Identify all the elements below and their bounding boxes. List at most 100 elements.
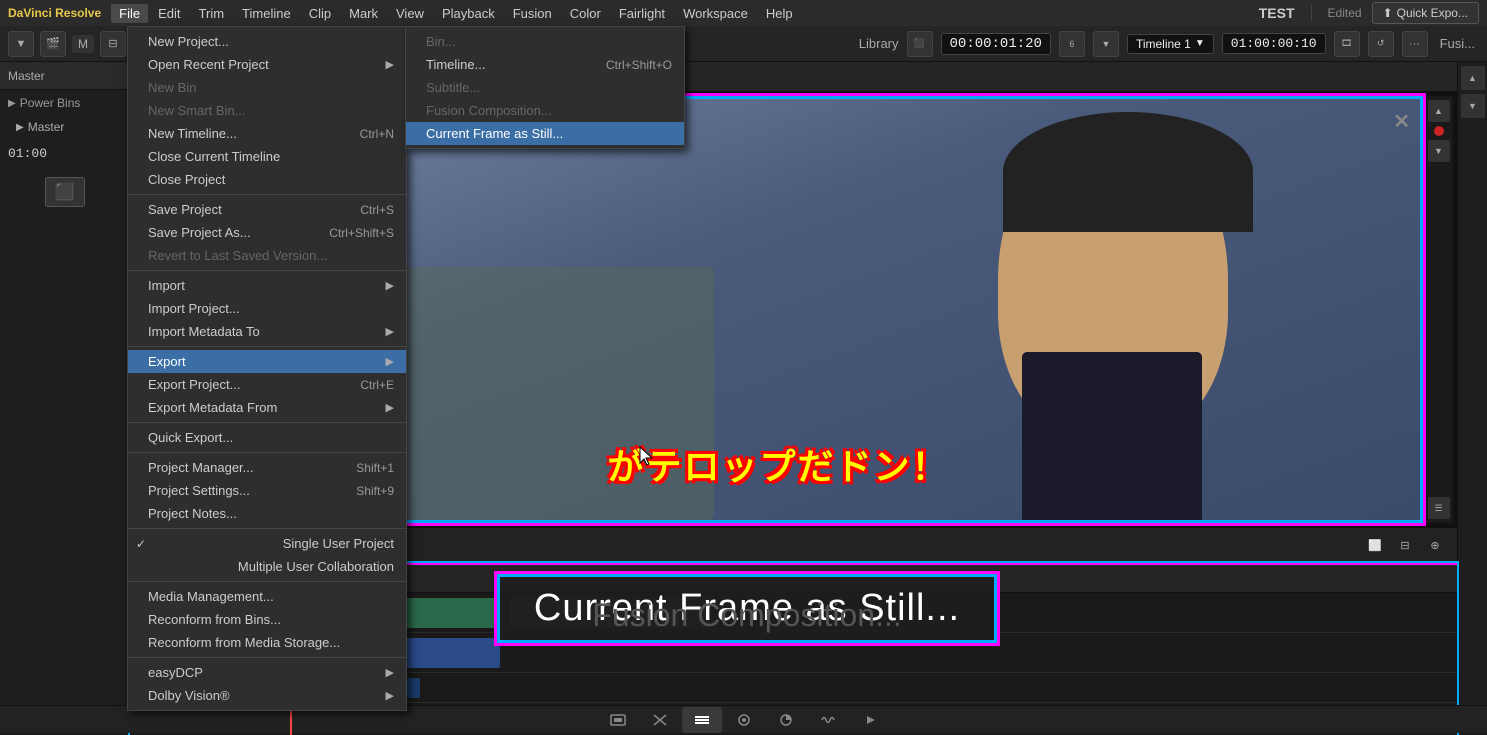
power-bins[interactable]: ▶ Power Bins: [0, 90, 129, 116]
left-panel: Master ▶ Power Bins ▶ Master 01:00 ⬛: [0, 62, 130, 733]
timecode-display[interactable]: 00:00:01:20: [941, 33, 1051, 55]
workspace-color[interactable]: [766, 707, 806, 733]
file-quick-export[interactable]: Quick Export...: [128, 426, 406, 449]
right-panel: ▲ ▼ こ: [1457, 62, 1487, 733]
library-label: Library: [859, 36, 899, 51]
file-project-manager[interactable]: Project Manager... Shift+1: [128, 456, 406, 479]
file-new-smart-bin: New Smart Bin...: [128, 99, 406, 122]
right-ctrl-3[interactable]: ☰: [1428, 497, 1450, 519]
timeline-timecode-display[interactable]: 01:00:00:10: [1222, 33, 1326, 54]
dropdown-btn[interactable]: ▼: [8, 31, 34, 57]
file-save-project[interactable]: Save Project Ctrl+S: [128, 198, 406, 221]
file-open-recent[interactable]: Open Recent Project ▶: [128, 53, 406, 76]
file-media-management[interactable]: Media Management...: [128, 585, 406, 608]
file-import[interactable]: Import ▶: [128, 274, 406, 297]
workspace-cut[interactable]: [640, 707, 680, 733]
master-label: M: [72, 35, 94, 53]
project-name: TEST: [1259, 5, 1295, 21]
arrow-icon-4: ▶: [386, 355, 394, 368]
cinema-btn[interactable]: ⊟: [1393, 534, 1417, 558]
arrow-icon-2: ▶: [386, 279, 394, 292]
media-btn[interactable]: 🎬: [40, 31, 66, 57]
menu-bar: DaVinci Resolve File Edit Trim Timeline …: [0, 0, 1487, 26]
right-ctrl-1[interactable]: ▲: [1428, 100, 1450, 122]
menu-mark[interactable]: Mark: [341, 4, 386, 23]
fusion-composition-dimtext: Fusion Composition...: [500, 597, 994, 634]
file-export-metadata[interactable]: Export Metadata From ▶: [128, 396, 406, 419]
sync-btn[interactable]: ↺: [1368, 31, 1394, 57]
menu-color[interactable]: Color: [562, 4, 609, 23]
workspace-media[interactable]: [598, 707, 638, 733]
right-ctrl-2[interactable]: ▼: [1428, 140, 1450, 162]
file-menu-section-6: Project Manager... Shift+1 Project Setti…: [128, 453, 406, 529]
menu-fairlight[interactable]: Fairlight: [611, 4, 673, 23]
menu-view[interactable]: View: [388, 4, 432, 23]
export-submenu-section-1: Bin... Timeline... Ctrl+Shift+O Subtitle…: [406, 27, 684, 148]
workspace-deliver[interactable]: [850, 707, 890, 733]
timeline-dropdown-icon: ▼: [1195, 38, 1205, 49]
fusi-label: Fusi...: [1436, 36, 1479, 51]
file-single-user[interactable]: ✓ Single User Project: [128, 532, 406, 555]
right-panel-btn-2[interactable]: ▼: [1461, 94, 1485, 118]
workspace-edit[interactable]: [682, 707, 722, 733]
menu-trim[interactable]: Trim: [191, 4, 233, 23]
file-close-project[interactable]: Close Project: [128, 168, 406, 191]
zoom-fit-btn[interactable]: ⊕: [1423, 534, 1447, 558]
menu-file[interactable]: File: [111, 4, 148, 23]
chevron-right-icon-2: ▶: [16, 122, 24, 133]
menu-help[interactable]: Help: [758, 4, 801, 23]
right-panel-btn-1[interactable]: ▲: [1461, 66, 1485, 90]
menu-edit[interactable]: Edit: [150, 4, 188, 23]
file-multi-user[interactable]: Multiple User Collaboration: [128, 555, 406, 578]
chevron-right-icon: ▶: [8, 98, 16, 109]
file-new-project[interactable]: New Project...: [128, 30, 406, 53]
status-indicator: [1434, 126, 1444, 136]
more-btn[interactable]: ···: [1402, 31, 1428, 57]
file-menu-section-8: Media Management... Reconform from Bins.…: [128, 582, 406, 658]
file-reconform-media[interactable]: Reconform from Media Storage...: [128, 631, 406, 654]
file-import-project[interactable]: Import Project...: [128, 297, 406, 320]
file-reconform-bins[interactable]: Reconform from Bins...: [128, 608, 406, 631]
file-new-bin: New Bin: [128, 76, 406, 99]
file-menu-section-1: New Project... Open Recent Project ▶ New…: [128, 27, 406, 195]
render-btn[interactable]: 🎞: [1334, 31, 1360, 57]
viewer-mode-btn[interactable]: ⬛: [907, 31, 933, 57]
check-icon: ✓: [136, 537, 148, 551]
master-tree-item[interactable]: ▶ Master: [0, 116, 129, 138]
workspace-fusion[interactable]: [724, 707, 764, 733]
workspace-fairlight[interactable]: [808, 707, 848, 733]
export-timeline[interactable]: Timeline... Ctrl+Shift+O: [406, 53, 684, 76]
zoom-btn[interactable]: ▼: [1093, 31, 1119, 57]
menu-clip[interactable]: Clip: [301, 4, 339, 23]
fps-btn[interactable]: 6: [1059, 31, 1085, 57]
file-menu-section-9: easyDCP ▶ Dolby Vision® ▶: [128, 658, 406, 710]
file-project-settings[interactable]: Project Settings... Shift+9: [128, 479, 406, 502]
menu-fusion[interactable]: Fusion: [505, 4, 560, 23]
export-fusion-comp: Fusion Composition...: [406, 99, 684, 122]
file-menu-dropdown: New Project... Open Recent Project ▶ New…: [127, 26, 407, 711]
file-menu-section-2: Save Project Ctrl+S Save Project As... C…: [128, 195, 406, 271]
file-new-timeline[interactable]: New Timeline... Ctrl+N: [128, 122, 406, 145]
view-btn1[interactable]: ⊟: [100, 31, 126, 57]
export-current-frame[interactable]: Current Frame as Still...: [406, 122, 684, 145]
fullscreen-btn[interactable]: ⬜: [1363, 534, 1387, 558]
monitor-icon-area: ⬛: [0, 169, 129, 215]
menu-playback[interactable]: Playback: [434, 4, 503, 23]
file-save-project-as[interactable]: Save Project As... Ctrl+Shift+S: [128, 221, 406, 244]
app-logo: DaVinci Resolve: [8, 6, 101, 20]
menu-timeline[interactable]: Timeline: [234, 4, 299, 23]
file-easy-dcp[interactable]: easyDCP ▶: [128, 661, 406, 684]
menu-workspace[interactable]: Workspace: [675, 4, 756, 23]
file-export[interactable]: Export ▶: [128, 350, 406, 373]
upload-icon: ⬆: [1383, 6, 1393, 20]
quick-export-button[interactable]: ⬆ Quick Expo...: [1372, 2, 1479, 24]
export-submenu: Bin... Timeline... Ctrl+Shift+O Subtitle…: [405, 26, 685, 149]
file-project-notes[interactable]: Project Notes...: [128, 502, 406, 525]
timeline-name-display[interactable]: Timeline 1 ▼: [1127, 34, 1214, 54]
file-dolby-vision[interactable]: Dolby Vision® ▶: [128, 684, 406, 707]
file-import-metadata[interactable]: Import Metadata To ▶: [128, 320, 406, 343]
arrow-icon-6: ▶: [386, 666, 394, 679]
arrow-icon-7: ▶: [386, 689, 394, 702]
file-export-project[interactable]: Export Project... Ctrl+E: [128, 373, 406, 396]
file-close-timeline[interactable]: Close Current Timeline: [128, 145, 406, 168]
